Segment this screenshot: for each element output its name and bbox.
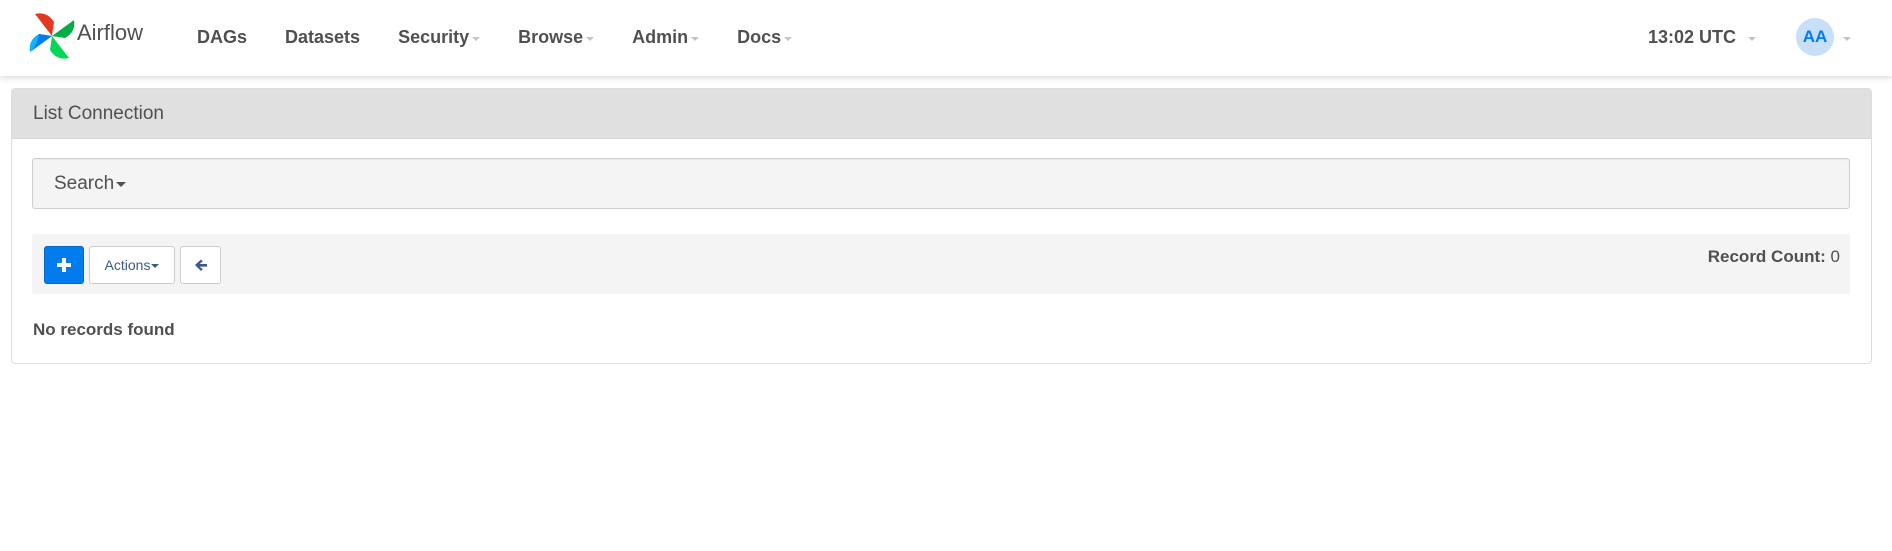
menu-admin-label: Admin	[632, 26, 689, 47]
chevron-down-icon	[586, 36, 595, 41]
record-count: Record Count: 0	[1708, 247, 1840, 267]
add-record-button[interactable]	[44, 246, 84, 284]
menu-admin[interactable]: Admin	[613, 27, 718, 48]
chevron-down-icon	[691, 36, 700, 41]
user-menu[interactable]: AA	[1796, 18, 1851, 56]
arrow-left-icon	[194, 259, 207, 271]
search-label: Search	[54, 172, 115, 194]
search-well: Search	[32, 158, 1850, 209]
actions-dropdown-button[interactable]: Actions	[89, 246, 175, 284]
plus-icon	[57, 258, 71, 272]
chevron-down-icon	[1843, 36, 1851, 41]
avatar[interactable]: AA	[1796, 18, 1834, 56]
menu-datasets[interactable]: Datasets	[266, 27, 379, 48]
menu-docs-label: Docs	[737, 26, 782, 47]
list-panel: List Connection Search Actions Record Co…	[11, 88, 1872, 364]
menu-security[interactable]: Security	[379, 27, 499, 48]
record-count-label: Record Count:	[1707, 247, 1826, 266]
list-toolbar: Actions Record Count: 0	[32, 234, 1850, 294]
menu-browse-label: Browse	[518, 26, 584, 47]
avatar-initials: AA	[1802, 27, 1828, 46]
caret-down-icon	[116, 182, 127, 187]
panel-heading: List Connection	[12, 89, 1871, 139]
empty-state-message: No records found	[33, 320, 175, 339]
airflow-logo-icon	[29, 13, 75, 59]
menu-dags[interactable]: DAGs	[178, 27, 266, 48]
actions-label: Actions	[104, 257, 151, 273]
brand-name: Airflow	[77, 20, 144, 45]
chevron-down-icon	[784, 36, 793, 41]
clock-dropdown[interactable]: 13:02 UTC	[1648, 27, 1756, 48]
navbar-right: 13:02 UTC AA	[1648, 0, 1892, 74]
search-dropdown-toggle[interactable]: Search	[54, 172, 127, 195]
back-button[interactable]	[180, 246, 221, 284]
menu-security-label: Security	[398, 26, 470, 47]
airflow-brand-link[interactable]: Airflow	[29, 13, 143, 59]
chevron-down-icon	[472, 36, 481, 41]
menu-docs[interactable]: Docs	[718, 27, 811, 48]
chevron-down-icon	[1748, 36, 1756, 41]
main-menu: DAGs Datasets Security Browse Admin Docs	[178, 0, 811, 74]
menu-browse[interactable]: Browse	[499, 27, 613, 48]
clock-label: 13:02 UTC	[1647, 26, 1736, 47]
record-count-value: 0	[1830, 247, 1840, 266]
menu-dags-label: DAGs	[197, 26, 248, 47]
caret-down-icon	[151, 264, 160, 268]
top-navbar: Airflow DAGs Datasets Security Browse Ad…	[0, 0, 1892, 76]
page-title: List Connection	[33, 102, 164, 124]
menu-datasets-label: Datasets	[285, 26, 361, 47]
